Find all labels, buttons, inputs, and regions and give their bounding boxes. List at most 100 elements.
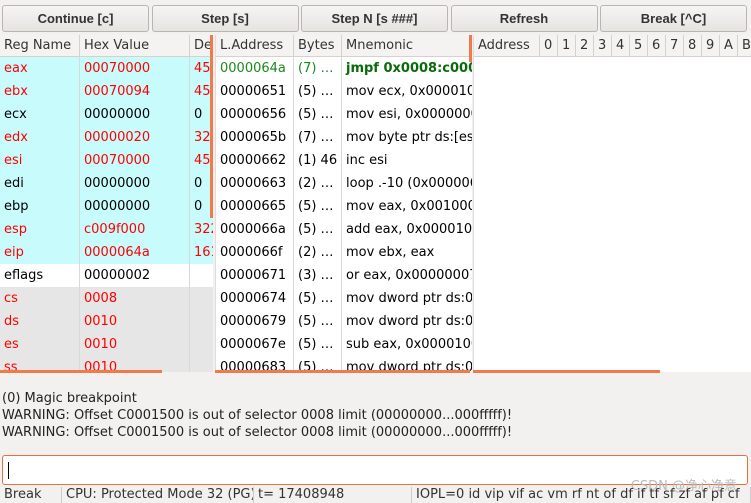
mnemonic: mov ecx, 0x00001000 bbox=[346, 84, 472, 99]
column-header[interactable]: 5 bbox=[630, 35, 648, 56]
register-row[interactable]: edx 00000020 32 bbox=[0, 126, 213, 149]
column-header[interactable]: 1 bbox=[558, 35, 576, 56]
register-table[interactable]: Reg Name Hex Value De eax 00070000 45 ebx 0007… bbox=[0, 35, 213, 372]
register-row[interactable]: eax 00070000 45 bbox=[0, 57, 213, 80]
register-hex: 00000002 bbox=[80, 264, 190, 287]
register-name: ebp bbox=[0, 195, 80, 218]
mnemonic: or eax, 0x00000007 bbox=[346, 268, 472, 283]
address: 00000663 bbox=[216, 172, 294, 195]
address: 0000066f bbox=[216, 241, 294, 264]
register-row[interactable]: espc009f000 322 bbox=[0, 218, 213, 241]
register-hex: 0008 bbox=[80, 287, 190, 310]
disassembly-row[interactable]: 0000066a(5) … add eax, 0x00001000 bbox=[216, 218, 472, 241]
register-row[interactable]: cs 0008 bbox=[0, 287, 213, 310]
register-row[interactable]: ebp 00000000 0 bbox=[0, 195, 213, 218]
column-header[interactable]: Bytes bbox=[294, 35, 342, 56]
memory-table[interactable]: Address 0 1 2 3 4 5 6 7 8 9 A B bbox=[473, 35, 751, 372]
bytes: (5) … bbox=[294, 287, 342, 310]
register-dec: 161 bbox=[194, 245, 213, 260]
address: 0000067e bbox=[216, 333, 294, 356]
register-dec bbox=[190, 264, 213, 287]
column-header[interactable]: 9 bbox=[702, 35, 720, 56]
bytes: (5) … bbox=[294, 218, 342, 241]
column-header[interactable]: Address bbox=[474, 35, 540, 56]
status-flags: IOPL=0 id vip vif ac vm rf nt of df if t… bbox=[412, 487, 751, 503]
register-row[interactable]: edi 00000000 0 bbox=[0, 172, 213, 195]
disassembly-row[interactable]: 00000662 (1) 46 inc esi bbox=[216, 149, 472, 172]
register-row[interactable]: eip0000064a 161 bbox=[0, 241, 213, 264]
column-header[interactable]: Mnemonic bbox=[342, 35, 472, 56]
column-header[interactable]: 2 bbox=[576, 35, 594, 56]
register-row[interactable]: ecx 00000000 0 bbox=[0, 103, 213, 126]
register-name: ds bbox=[0, 310, 80, 333]
bytes: (7) … bbox=[294, 126, 342, 149]
register-hex: c009f000 bbox=[80, 218, 190, 241]
register-row[interactable]: ds 0010 bbox=[0, 310, 213, 333]
scrollbar-registers[interactable] bbox=[0, 370, 162, 373]
column-header[interactable]: Hex Value bbox=[80, 35, 190, 56]
register-hex: 0000064a bbox=[80, 241, 190, 264]
bytes: (7) … bbox=[294, 57, 342, 80]
mnemonic: inc esi bbox=[346, 153, 388, 168]
column-header[interactable]: 0 bbox=[540, 35, 558, 56]
address: 00000671 bbox=[216, 264, 294, 287]
register-dec bbox=[190, 333, 213, 356]
column-header[interactable]: 4 bbox=[612, 35, 630, 56]
column-header[interactable]: L.Address bbox=[216, 35, 294, 56]
mnemonic: mov eax, 0x00100000 bbox=[346, 199, 472, 214]
status-state: Break bbox=[0, 487, 62, 503]
column-header[interactable]: 3 bbox=[594, 35, 612, 56]
register-name: eax bbox=[0, 57, 80, 80]
disassembly-row[interactable]: 00000671 (3) … or eax, 0x00000007 bbox=[216, 264, 472, 287]
register-row[interactable]: esi 00070000 45 bbox=[0, 149, 213, 172]
column-header[interactable]: A bbox=[720, 35, 738, 56]
register-dec: 322 bbox=[194, 222, 213, 237]
splitter-handle[interactable] bbox=[469, 35, 472, 62]
disassembly-row[interactable]: 00000665(5) … mov eax, 0x00100000 bbox=[216, 195, 472, 218]
scrollbar-memory[interactable] bbox=[473, 370, 660, 373]
toolbar-button-2[interactable]: Step N [s ###] bbox=[301, 5, 448, 32]
splitter-handle[interactable] bbox=[210, 35, 213, 218]
register-name: eip bbox=[0, 241, 80, 264]
disassembly-row[interactable]: 00000679 (5) … mov dword ptr ds:0x bbox=[216, 310, 472, 333]
toolbar-button-0[interactable]: Continue [c] bbox=[2, 5, 149, 32]
register-row[interactable]: ebx 00070094 45 bbox=[0, 80, 213, 103]
address: 0000064a bbox=[216, 57, 294, 80]
register-name: ebx bbox=[0, 80, 80, 103]
disassembly-header: L.Address Bytes Mnemonic bbox=[216, 35, 472, 57]
register-row[interactable]: eflags 00000002 bbox=[0, 264, 213, 287]
register-hex: 0010 bbox=[80, 333, 190, 356]
status-bar: Break CPU: Protected Mode 32 (PG) t= 174… bbox=[0, 487, 751, 503]
disassembly-row[interactable]: 0000066f (2) … mov ebx, eax bbox=[216, 241, 472, 264]
register-name: edi bbox=[0, 172, 80, 195]
bytes: (5) … bbox=[294, 333, 342, 356]
disassembly-row[interactable]: 0000064a(7) … jmpf 0x0008:c0001500 bbox=[216, 57, 472, 80]
register-dec bbox=[190, 356, 213, 372]
column-header[interactable]: B bbox=[738, 35, 751, 56]
toolbar-button-4[interactable]: Break [^C] bbox=[600, 5, 747, 32]
column-header[interactable]: Reg Name bbox=[0, 35, 80, 56]
disassembly-table[interactable]: L.Address Bytes Mnemonic 0000064a (7) … jmpf… bbox=[215, 35, 472, 372]
disassembly-row[interactable]: 00000651(5) … mov ecx, 0x00001000 bbox=[216, 80, 472, 103]
bytes: (2) … bbox=[294, 241, 342, 264]
column-header[interactable]: 6 bbox=[648, 35, 666, 56]
address: 0000065b bbox=[216, 126, 294, 149]
register-hex: 00000000 bbox=[80, 195, 190, 218]
column-header[interactable]: 8 bbox=[684, 35, 702, 56]
disassembly-row[interactable]: 0000065b(7) … mov byte ptr ds:[esi+0x0000… bbox=[216, 126, 472, 149]
mnemonic: mov esi, 0x00000000 bbox=[346, 107, 472, 122]
disassembly-row[interactable]: 00000674 (5) … mov dword ptr ds:0x bbox=[216, 287, 472, 310]
toolbar-button-1[interactable]: Step [s] bbox=[151, 5, 299, 32]
column-header[interactable]: 7 bbox=[666, 35, 684, 56]
register-row[interactable]: es 0010 bbox=[0, 333, 213, 356]
disassembly-row[interactable]: 0000067e(5) … sub eax, 0x00001000 bbox=[216, 333, 472, 356]
mnemonic: mov dword ptr ds:0x bbox=[346, 314, 472, 329]
disassembly-row[interactable]: 00000656(5) … mov esi, 0x00000000 bbox=[216, 103, 472, 126]
scrollbar-disassembly[interactable] bbox=[215, 370, 470, 373]
address: 00000662 bbox=[216, 149, 294, 172]
mnemonic: sub eax, 0x00001000 bbox=[346, 337, 472, 352]
register-name: es bbox=[0, 333, 80, 356]
toolbar-button-3[interactable]: Refresh bbox=[450, 5, 598, 32]
disassembly-row[interactable]: 00000663(2) … loop .-10 (0x0000065b) bbox=[216, 172, 472, 195]
mnemonic: add eax, 0x00001000 bbox=[346, 222, 472, 237]
